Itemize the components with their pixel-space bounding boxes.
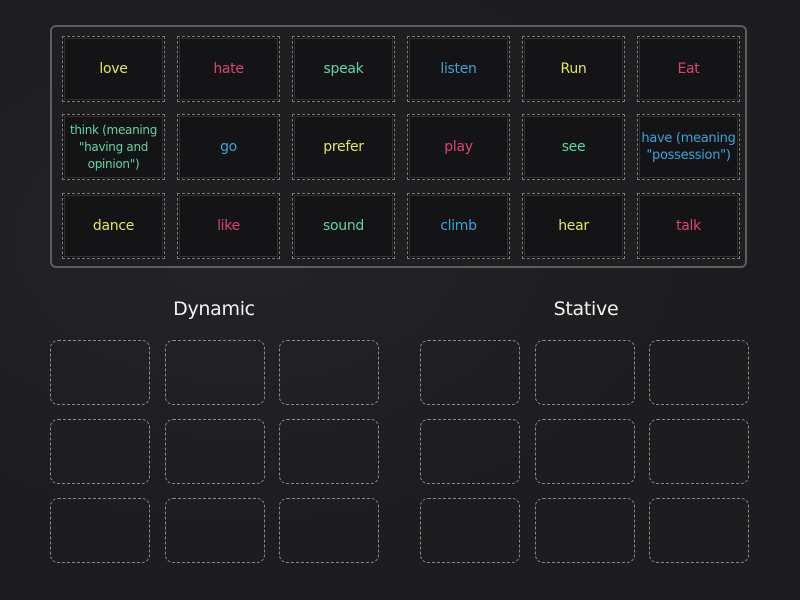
- card-label: listen: [440, 61, 477, 77]
- card-label: climb: [440, 218, 477, 234]
- card-label: see: [561, 139, 586, 155]
- drop-slot[interactable]: [50, 340, 150, 405]
- word-card-sound[interactable]: sound: [292, 193, 395, 259]
- card-label: love: [99, 61, 128, 77]
- word-card-talk[interactable]: talk: [637, 193, 740, 259]
- word-card-like[interactable]: like: [177, 193, 280, 259]
- word-card-prefer[interactable]: prefer: [292, 114, 395, 180]
- card-label: think (meaning "having and opinion"): [69, 122, 158, 171]
- word-bank: love hate speak listen Run Eat think (me…: [50, 25, 747, 268]
- card-label: play: [444, 139, 473, 155]
- card-label: hear: [558, 218, 589, 234]
- drop-slot[interactable]: [535, 419, 635, 484]
- game-board: love hate speak listen Run Eat think (me…: [0, 0, 800, 600]
- word-card-eat[interactable]: Eat: [637, 36, 740, 102]
- drop-slot[interactable]: [165, 419, 265, 484]
- drop-slot[interactable]: [50, 419, 150, 484]
- word-card-run[interactable]: Run: [522, 36, 625, 102]
- word-card-have[interactable]: have (meaning "possession"): [637, 114, 740, 180]
- card-label: prefer: [323, 139, 364, 155]
- group-title-stative: Stative: [553, 298, 619, 320]
- word-card-play[interactable]: play: [407, 114, 510, 180]
- word-card-love[interactable]: love: [62, 36, 165, 102]
- card-label: go: [220, 139, 237, 155]
- card-label: sound: [323, 218, 364, 234]
- card-label: speak: [323, 61, 364, 77]
- drop-slot[interactable]: [535, 498, 635, 563]
- drop-slot[interactable]: [649, 419, 749, 484]
- drop-slot[interactable]: [50, 498, 150, 563]
- word-card-see[interactable]: see: [522, 114, 625, 180]
- group-title-dynamic: Dynamic: [173, 298, 255, 320]
- drop-slot[interactable]: [165, 340, 265, 405]
- word-card-hear[interactable]: hear: [522, 193, 625, 259]
- drop-slot[interactable]: [165, 498, 265, 563]
- word-card-climb[interactable]: climb: [407, 193, 510, 259]
- card-label: like: [217, 218, 240, 234]
- card-label: Eat: [677, 61, 700, 77]
- drop-slot[interactable]: [649, 340, 749, 405]
- drop-slot[interactable]: [649, 498, 749, 563]
- word-card-hate[interactable]: hate: [177, 36, 280, 102]
- word-card-speak[interactable]: speak: [292, 36, 395, 102]
- drop-slot[interactable]: [279, 340, 379, 405]
- card-label: dance: [92, 218, 135, 234]
- card-label: have (meaning "possession"): [641, 131, 736, 163]
- word-card-think[interactable]: think (meaning "having and opinion"): [62, 114, 165, 180]
- drop-slot[interactable]: [279, 498, 379, 563]
- word-card-listen[interactable]: listen: [407, 36, 510, 102]
- word-card-dance[interactable]: dance: [62, 193, 165, 259]
- drop-slot[interactable]: [420, 419, 520, 484]
- card-label: hate: [213, 61, 244, 77]
- card-label: Run: [560, 61, 587, 77]
- drop-slot[interactable]: [535, 340, 635, 405]
- drop-slot[interactable]: [279, 419, 379, 484]
- drop-slot[interactable]: [420, 498, 520, 563]
- word-card-go[interactable]: go: [177, 114, 280, 180]
- drop-slot[interactable]: [420, 340, 520, 405]
- card-label: talk: [676, 218, 701, 234]
